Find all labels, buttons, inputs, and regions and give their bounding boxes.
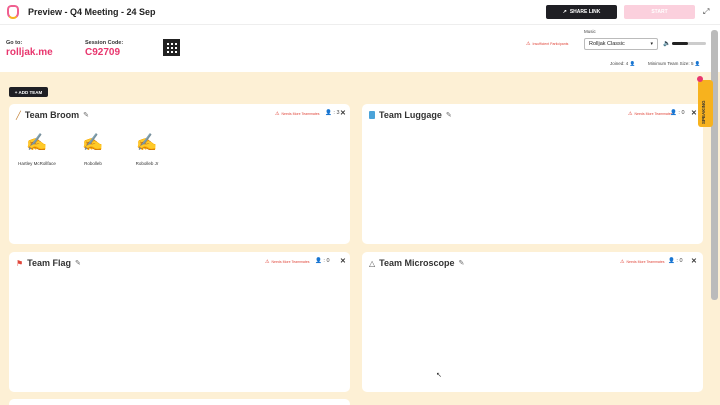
share-icon: ↗ <box>562 9 567 15</box>
broom-icon: ╱ <box>16 110 21 120</box>
min-team-size-stat: Minimum Team Size: 5 👤 <box>648 61 701 66</box>
goto-url: rolljak.me <box>6 47 53 58</box>
hand-icon: ✍ <box>136 133 158 152</box>
person-icon: 👤 <box>670 110 677 116</box>
team-name: Team Microscope <box>379 258 455 268</box>
hand-icon: ✍ <box>26 133 48 152</box>
warning-icon: ⚠ <box>275 111 280 117</box>
chevron-down-icon: ▾ <box>650 41 653 47</box>
edit-icon[interactable]: ✎ <box>459 259 465 267</box>
team-name: Team Flag <box>27 258 72 268</box>
session-code: C92709 <box>85 47 121 58</box>
close-icon[interactable]: ✕ <box>340 257 346 265</box>
team-count: 👤 : 0 <box>668 258 683 264</box>
team-name: Team Luggage <box>379 110 442 120</box>
start-button[interactable]: START <box>624 5 695 19</box>
team-card[interactable]: Team Luggage ✎ ⚠ Needs More Teammates 👤 :… <box>362 104 703 244</box>
edit-icon[interactable]: ✎ <box>83 111 89 119</box>
session-info-bar: Go to: rolljak.me Session Code: C92709 ⚠… <box>0 25 720 72</box>
flag-icon: ⚑ <box>16 258 24 268</box>
music-select[interactable]: Rolljak Classic ▾ <box>584 38 658 50</box>
session-code-label: Session Code: <box>85 40 124 46</box>
close-icon[interactable]: ✕ <box>691 109 697 117</box>
team-card[interactable]: △ Team Microscope ✎ ⚠ Needs More Teammate… <box>362 252 703 392</box>
edit-icon[interactable]: ✎ <box>446 111 452 119</box>
close-icon[interactable]: ✕ <box>691 257 697 265</box>
rolljak-logo <box>7 5 19 19</box>
add-team-button[interactable]: + ADD TEAM <box>9 87 48 97</box>
person-icon: 👤 <box>315 258 322 264</box>
team-warning: ⚠ Needs More Teammates <box>628 111 673 117</box>
luggage-icon <box>369 111 375 119</box>
participants-warning: ⚠ Insufficient Participants <box>526 41 569 47</box>
expand-icon[interactable]: ⤢ <box>703 7 709 17</box>
team-member[interactable]: ✍ Hartley McRollface <box>17 134 57 170</box>
warning-icon: ⚠ <box>526 41 531 47</box>
team-name: Team Broom <box>24 110 80 120</box>
speaking-tab[interactable]: SPEAKING <box>698 80 713 127</box>
microscope-icon: △ <box>369 258 376 268</box>
notification-dot <box>697 76 703 82</box>
team-count: 👤 : 0 <box>670 110 685 116</box>
team-member[interactable]: ✍ Robolleb <box>73 134 113 170</box>
team-warning: ⚠ Needs More Teammates <box>275 111 320 117</box>
volume-slider[interactable] <box>672 42 706 45</box>
person-icon: 👤 <box>694 61 701 66</box>
team-warning: ⚠ Needs More Teammates <box>265 259 310 265</box>
volume-icon[interactable]: 🔈 <box>663 40 670 47</box>
close-icon[interactable]: ✕ <box>340 109 346 117</box>
qr-code <box>163 39 180 56</box>
team-warning: ⚠ Needs More Teammates <box>620 259 665 265</box>
warning-icon: ⚠ <box>620 259 625 265</box>
edit-icon[interactable]: ✎ <box>75 259 81 267</box>
warning-icon: ⚠ <box>265 259 270 265</box>
team-card[interactable]: ╱ Team Broom ✎ ⚠ Needs More Teammates 👤 :… <box>9 104 350 244</box>
team-count: 👤 : 3 <box>325 110 340 116</box>
goto-label: Go to: <box>6 40 23 46</box>
team-count: 👤 : 0 <box>315 258 330 264</box>
warning-icon: ⚠ <box>628 111 633 117</box>
volume-slider-fill <box>672 42 688 45</box>
team-member[interactable]: ✍ Robolleb Jr <box>127 134 167 170</box>
scrollbar[interactable] <box>711 30 718 300</box>
person-icon: 👤 <box>325 110 332 116</box>
hand-icon: ✍ <box>82 133 104 152</box>
page-title: Preview - Q4 Meeting - 24 Sep <box>28 7 156 17</box>
person-icon: 👤 <box>629 61 636 66</box>
person-icon: 👤 <box>668 258 675 264</box>
mouse-cursor-icon: ↖ <box>436 372 442 379</box>
music-label: Music <box>584 29 596 34</box>
team-card-partial <box>9 399 350 405</box>
team-card[interactable]: ⚑ Team Flag ✎ ⚠ Needs More Teammates 👤 : … <box>9 252 350 392</box>
share-link-button[interactable]: ↗ SHARE LINK <box>546 5 617 19</box>
joined-stat: Joined: 4 👤 <box>610 61 636 66</box>
